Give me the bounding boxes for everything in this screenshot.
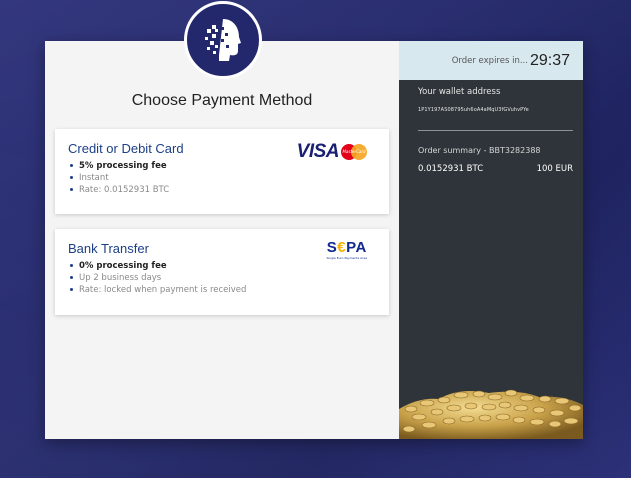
timer-value: 29:37 [529,51,570,69]
payment-methods-panel: Choose Payment Method Credit or Debit Ca… [45,1,399,439]
sepa-logo-subtext: Single Euro Payments Area [326,256,367,260]
feature-speed: Instant [68,172,376,184]
visa-logo-text: VISA [296,141,340,162]
gold-coins-pile-icon [399,389,583,439]
order-amount-btc: 0.0152931 BTC [418,164,484,174]
wallet-label: Your wallet address [418,87,501,97]
page-title: Choose Payment Method [131,92,313,109]
feature-fee: 0% processing fee [68,260,376,272]
order-amount-eur: 100 EUR [536,164,573,174]
payment-card: Choose Payment Method Credit or Debit Ca… [45,1,583,439]
sepa-logo-text: S€PA [326,239,367,256]
order-summary-panel: Order expires in... 29:37 Your wallet ad… [399,41,583,439]
robot-head-logo-icon [184,1,262,79]
visa-mastercard-logo-icon: VISA MasterCard [297,141,367,163]
payment-method-features: 5% processing fee Instant Rate: 0.015293… [68,160,376,196]
payment-method-card[interactable]: Credit or Debit Card 5% processing fee I… [55,129,389,214]
feature-speed: Up 2 business days [68,272,376,284]
feature-rate: Rate: locked when payment is received [68,284,376,296]
payment-method-bank-transfer[interactable]: Bank Transfer 0% processing fee Up 2 bus… [55,229,389,315]
order-timer: Order expires in... 29:37 [399,41,583,80]
mastercard-logo-icon: MasterCard [341,144,367,160]
timer-label: Order expires in... [451,55,528,66]
payment-method-features: 0% processing fee Up 2 business days Rat… [68,260,376,296]
divider [418,130,573,131]
sepa-logo-icon: S€PA Single Euro Payments Area [327,239,367,260]
feature-rate: Rate: 0.0152931 BTC [68,184,376,196]
wallet-address[interactable]: 1P1Y197AS08795uh6oA4aMqU3fGVuhvPYe [418,107,529,113]
order-summary-label: Order summary - BBT3282388 [418,146,541,155]
